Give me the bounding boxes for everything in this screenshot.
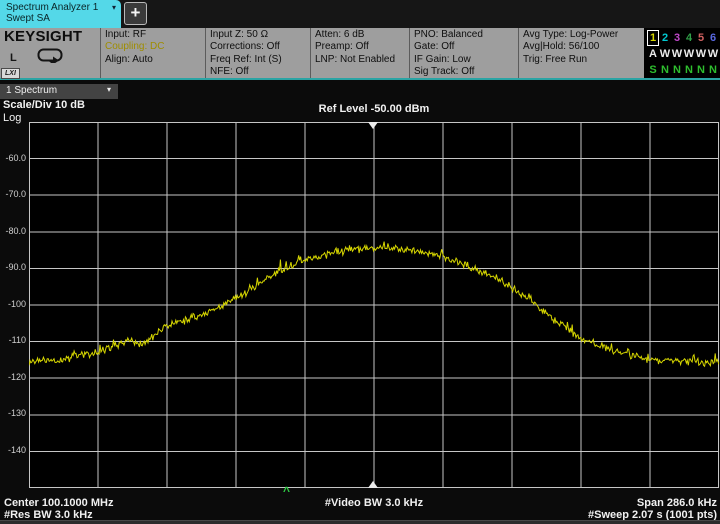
setting-line: Corrections: Off [210, 41, 308, 53]
trace-1-type[interactable]: A [647, 46, 659, 62]
setting-line: Sig Track: Off [414, 66, 516, 78]
impedance-settings-panel[interactable]: Input Z: 50 Ω Corrections: Off Freq Ref:… [205, 28, 310, 78]
atten-settings-panel[interactable]: Atten: 6 dB Preamp: Off LNP: Not Enabled [310, 28, 409, 78]
setting-line: Gate: Off [414, 41, 516, 53]
trace-5-number[interactable]: 5 [695, 30, 707, 46]
loop-arrow-icon [37, 48, 63, 68]
setting-line: Freq Ref: Int (S) [210, 54, 308, 66]
setting-line: Coupling: DC [105, 41, 203, 53]
spectrum-graticule [29, 122, 719, 488]
y-axis-label: -80.0 [0, 226, 26, 236]
trace-4-number[interactable]: 4 [683, 30, 695, 46]
tab-subtitle: Swept SA [6, 13, 116, 24]
setting-line: Input: RF [105, 29, 203, 41]
window-selector-label: 1 Spectrum [6, 85, 57, 99]
graticule-grid [29, 122, 719, 488]
y-axis-label: -60.0 [0, 153, 26, 163]
y-axis-label: -140 [0, 445, 26, 455]
y-axis-label: -90.0 [0, 262, 26, 272]
y-axis-label: -120 [0, 372, 26, 382]
trace-status-table: 1 2 3 4 5 6 A W W W W W S N N N N N [644, 28, 720, 78]
setting-line: LNP: Not Enabled [315, 54, 407, 66]
trace-3-number[interactable]: 3 [671, 30, 683, 46]
trace-3-state[interactable]: N [671, 62, 683, 78]
setting-line: Atten: 6 dB [315, 29, 407, 41]
chevron-down-icon: ▾ [107, 85, 111, 99]
listener-indicator: L [10, 52, 17, 64]
ref-level-annotation[interactable]: Ref Level -50.00 dBm [29, 103, 719, 115]
video-bw-annotation[interactable]: #Video BW 3.0 kHz [29, 497, 719, 509]
trace-6-number[interactable]: 6 [707, 30, 719, 46]
setting-line: Input Z: 50 Ω [210, 29, 308, 41]
trace-3-type[interactable]: W [671, 46, 683, 62]
center-freq-top-marker-icon [368, 122, 378, 129]
trace-6-state[interactable]: N [707, 62, 719, 78]
trace-2-type[interactable]: W [659, 46, 671, 62]
settings-bar: KEYSIGHT L LXI Input: RF Coupling: DC Al… [0, 28, 720, 80]
trace-4-state[interactable]: N [683, 62, 695, 78]
add-tab-button[interactable]: + [124, 2, 147, 25]
brand-block: KEYSIGHT L LXI [0, 28, 100, 78]
setting-line: Preamp: Off [315, 41, 407, 53]
green-caret-icon: ^ [283, 486, 290, 496]
tab-spectrum-analyzer-1[interactable]: Spectrum Analyzer 1 ▾ Swept SA [0, 0, 121, 28]
setting-line: Avg|Hold: 56/100 [523, 41, 642, 53]
trace-4-type[interactable]: W [683, 46, 695, 62]
y-axis-label: -70.0 [0, 189, 26, 199]
chevron-down-icon: ▾ [112, 3, 116, 12]
setting-line: NFE: Off [210, 66, 308, 78]
input-settings-panel[interactable]: Input: RF Coupling: DC Align: Auto [100, 28, 205, 78]
spectrum-plot [29, 122, 719, 488]
avg-settings-panel[interactable]: Avg Type: Log-Power Avg|Hold: 56/100 Tri… [518, 28, 644, 78]
setting-line: Avg Type: Log-Power [523, 29, 642, 41]
setting-line: PNO: Balanced [414, 29, 516, 41]
setting-line: Align: Auto [105, 54, 203, 66]
trace-2-number[interactable]: 2 [659, 30, 671, 46]
y-axis-label: -130 [0, 408, 26, 418]
trace-5-state[interactable]: N [695, 62, 707, 78]
pno-settings-panel[interactable]: PNO: Balanced Gate: Off IF Gain: Low Sig… [409, 28, 518, 78]
setting-line: IF Gain: Low [414, 54, 516, 66]
trace-5-type[interactable]: W [695, 46, 707, 62]
bottom-edge-strip [0, 520, 720, 524]
setting-line: Trig: Free Run [523, 54, 642, 66]
window-selector-spectrum[interactable]: 1 Spectrum ▾ [0, 84, 118, 99]
lxi-badge: LXI [1, 68, 20, 79]
y-axis-label: -110 [0, 335, 26, 345]
tab-bar: Spectrum Analyzer 1 ▾ Swept SA + [0, 0, 720, 28]
span-annotation[interactable]: Span 286.0 kHz [637, 497, 717, 509]
keysight-logo: KEYSIGHT [4, 28, 100, 45]
scale-type-annotation: Log [3, 112, 21, 124]
trace-2-state[interactable]: N [659, 62, 671, 78]
center-freq-bottom-marker-icon [368, 481, 378, 488]
trace-1-number[interactable]: 1 [647, 30, 659, 46]
trace-1-state[interactable]: S [647, 62, 659, 78]
y-axis-label: -100 [0, 299, 26, 309]
trace-6-type[interactable]: W [707, 46, 719, 62]
tab-title: Spectrum Analyzer 1 [6, 2, 98, 13]
